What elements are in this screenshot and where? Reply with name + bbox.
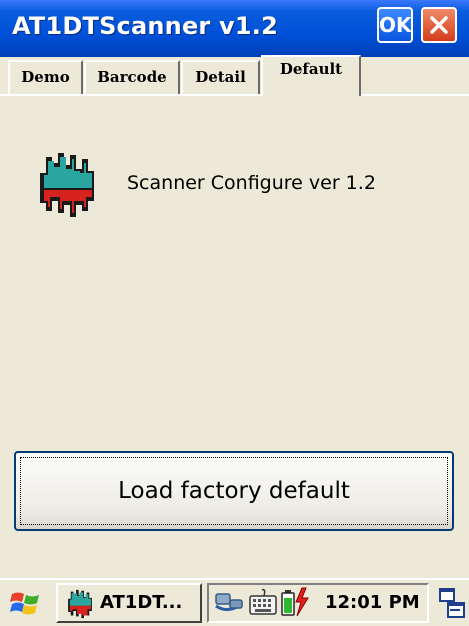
close-icon — [430, 16, 448, 34]
load-factory-default-label: Load factory default — [118, 478, 350, 504]
keyboard-icon[interactable] — [248, 586, 278, 622]
close-button[interactable] — [421, 7, 457, 43]
window-title: AT1DTScanner v1.2 — [12, 12, 278, 40]
battery-charging-icon[interactable] — [280, 586, 310, 622]
windows-flag-icon[interactable] — [9, 586, 43, 624]
input-panel-icon[interactable] — [438, 586, 466, 624]
tab-default[interactable]: Default — [261, 55, 361, 96]
app-version-caption: Scanner Configure ver 1.2 — [127, 172, 376, 194]
scanner-waveform-icon — [36, 151, 98, 223]
tab-demo[interactable]: Demo — [8, 60, 83, 94]
tab-detail[interactable]: Detail — [181, 60, 260, 94]
clock[interactable]: 12:01 PM — [325, 592, 420, 613]
load-factory-default-button[interactable]: Load factory default — [14, 451, 454, 531]
tab-barcode[interactable]: Barcode — [84, 60, 180, 94]
ok-button[interactable]: OK — [377, 7, 413, 43]
taskbar-app-label: AT1DT... — [100, 592, 183, 613]
taskbar-app-button[interactable]: AT1DT... — [56, 583, 202, 623]
scanner-waveform-icon — [68, 589, 92, 619]
network-connection-icon[interactable] — [212, 586, 246, 622]
